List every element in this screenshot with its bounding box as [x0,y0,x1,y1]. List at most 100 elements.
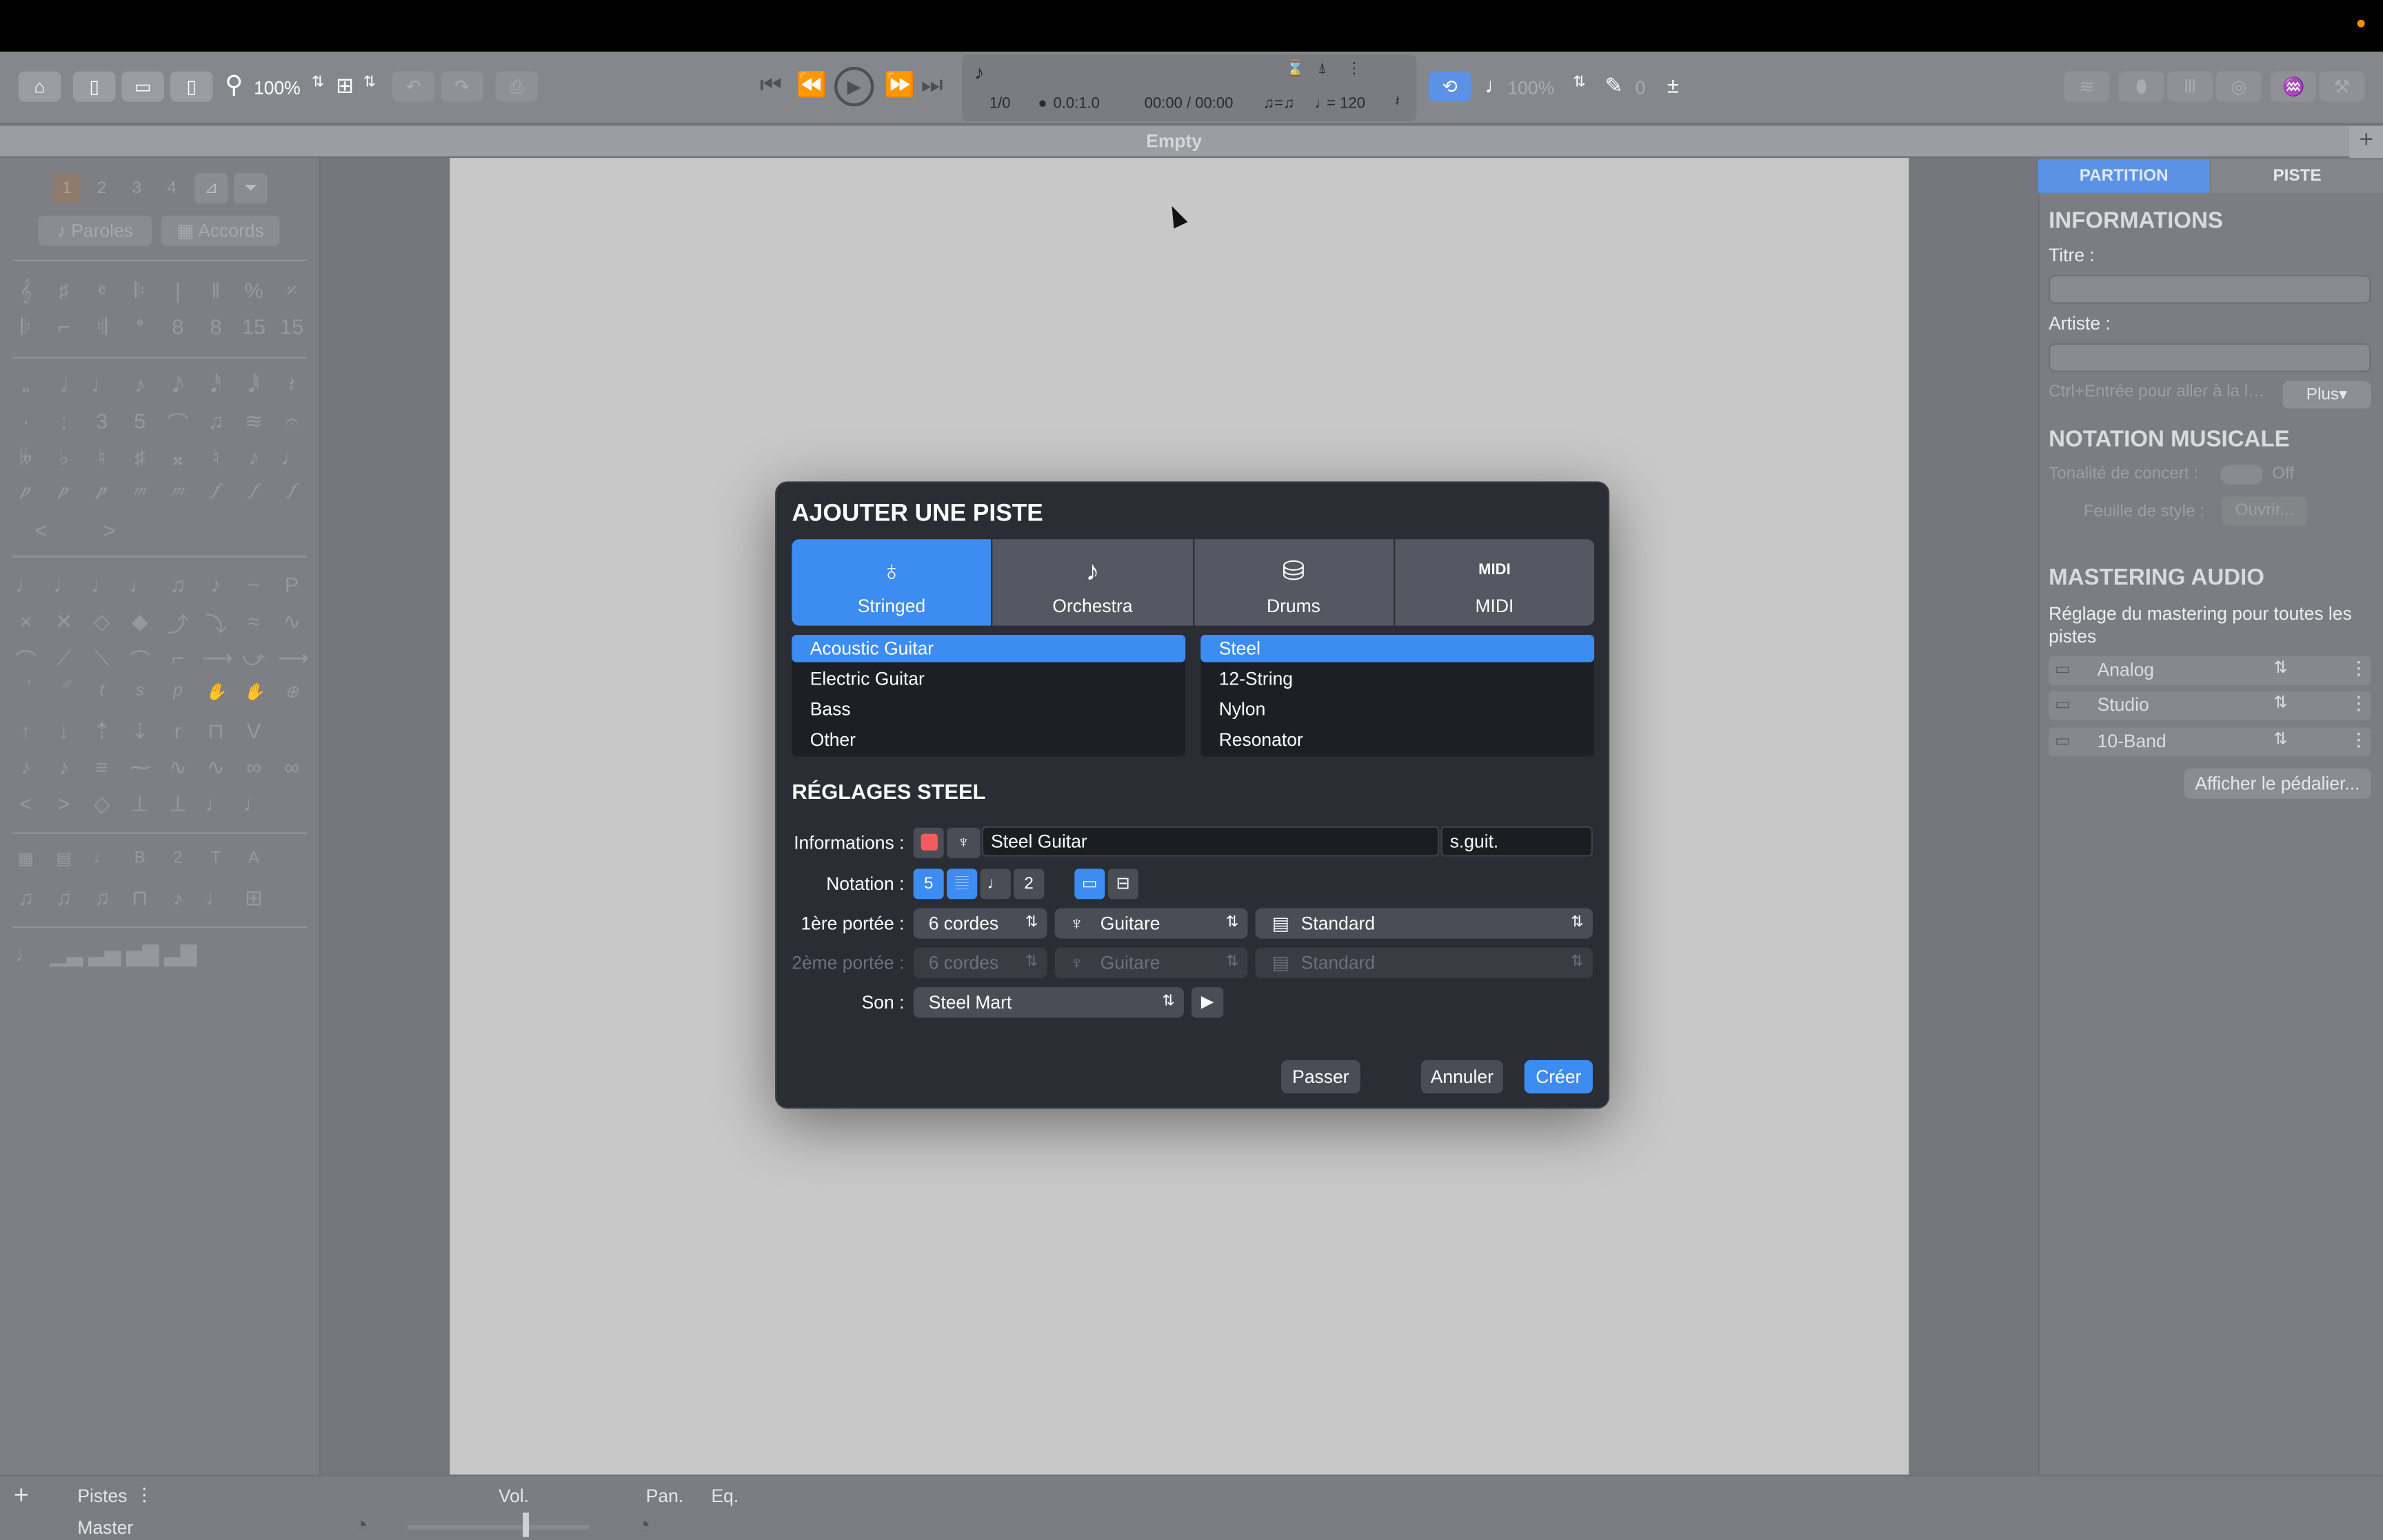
add-document-button[interactable]: + [2349,125,2383,159]
grand-staff-button[interactable]: ⊟ [1107,869,1138,900]
repeat-icon[interactable]: 𝄆 [126,278,154,303]
artist-input[interactable] [2049,343,2371,372]
mastering-studio[interactable]: ▭ Studio ⇅ ⋮ [2049,691,2371,720]
voice-4[interactable]: 4 [158,173,185,203]
left-panel-toggle[interactable]: ▯ [72,71,116,102]
harmonic-icon[interactable]: ◇ [88,609,116,639]
notation-rhythm-button[interactable]: ♩ [980,869,1011,900]
end-repeat-icon[interactable]: 𝄇 [88,314,116,340]
master-volume-slider[interactable] [407,1525,590,1530]
audio-track-button[interactable]: ♒ [2270,71,2317,102]
crescendo-icon[interactable]: < [12,518,70,542]
slap-icon[interactable]: s [126,682,154,702]
speed-stepper-icon[interactable]: ⇅ [1573,74,1585,91]
brush-down-icon[interactable]: ↓ [50,718,78,744]
layout-stepper-icon[interactable]: ⇅ [363,74,376,91]
flip-stem-icon[interactable]: ♩ [202,885,230,911]
skip-button[interactable]: Passer [1281,1060,1360,1094]
tremolo-bar-icon[interactable]: ⁓ [126,755,154,780]
concert-key-toggle[interactable] [2220,465,2263,485]
pick-alt-icon[interactable]: ♩ [240,791,268,817]
instrument-other[interactable]: Other [792,726,1185,753]
mf-icon[interactable]: 𝆐 [164,481,192,501]
tab-piste[interactable]: PISTE [2211,159,2383,193]
free-time-icon[interactable]: ♫ [12,885,40,911]
double-dotted-icon[interactable]: : [50,409,78,439]
volume-automation-icon[interactable]: ▅▇ [126,942,159,967]
artificial-harmonic-icon[interactable]: ◆ [126,609,154,639]
tuplet-5-icon[interactable]: 5 [126,409,154,439]
preview-sound-button[interactable]: ▶ [1192,987,1224,1018]
simile-icon[interactable]: % [240,278,268,303]
single-staff-button[interactable]: ▭ [1074,869,1105,900]
audio-mixer-button[interactable]: ≋ [2064,71,2110,102]
coda-icon[interactable]: 𝄌 [126,314,154,340]
dead-note-icon[interactable]: × [12,609,40,639]
loop-button[interactable]: ⟲ [1428,71,1471,102]
instrument-electric-guitar[interactable]: Electric Guitar [792,665,1185,693]
pop-icon[interactable]: p [164,682,192,702]
chevron-updown-icon[interactable]: ⇅ [2273,693,2287,712]
drum-view-button[interactable]: ◎ [2215,71,2262,102]
slide-out-icon[interactable]: ⟍ [88,645,116,676]
more-vertical-icon[interactable]: ⋮ [2350,729,2368,751]
chords-button[interactable]: ▦ Accords [161,215,280,246]
decrescendo-small-icon[interactable]: > [50,791,78,817]
instrument-bass[interactable]: Bass [792,696,1185,723]
pp-icon[interactable]: 𝆏 [50,481,78,501]
chevron-updown-icon[interactable]: ⇅ [2273,729,2287,749]
staff2-instrument-select[interactable]: ♆ Guitare ⇅ [1054,947,1248,978]
double-sharp-icon[interactable]: 𝄪 [164,445,192,471]
pickstroke-up-icon[interactable]: ⊓ [202,718,230,744]
skip-start-icon[interactable]: ⏮ [760,72,782,102]
zoom-level[interactable]: 100% [254,77,301,99]
sixty-fourth-note-icon[interactable]: 𝅘𝅥𝅱 [240,372,268,398]
fast-forward-icon[interactable]: ⏩ [885,72,915,102]
grace-note-after-icon[interactable]: ♩ [278,445,305,471]
play-button[interactable]: ▶ [834,66,874,107]
palm-mute-icon[interactable]: P [278,573,305,597]
more-vertical-icon[interactable]: ⋮ [2350,693,2368,714]
voice-3[interactable]: 3 [123,173,151,203]
text-icon[interactable]: T [202,849,230,869]
trill-icon[interactable]: ∿ [278,609,305,639]
inverted-turn-icon[interactable]: ∞ [278,755,305,780]
track-short-name-input[interactable]: s.guit. [1440,826,1593,857]
track-name-input[interactable]: Steel Guitar [981,826,1440,857]
track-color-button[interactable] [913,827,944,858]
staccato-icon[interactable]: ♩ [126,573,154,597]
master-knob-icon[interactable]: ◔ [354,1512,368,1538]
dotted-icon[interactable]: · [12,409,40,439]
start-repeat-icon[interactable]: 𝄆 [12,314,40,340]
category-drums[interactable]: ⛁ Drums [1194,539,1394,626]
right-hand-icon[interactable]: 𝄓 [50,682,78,702]
undo-button[interactable]: ↶ [392,71,435,102]
hand-icon[interactable]: ✋ [202,682,230,701]
playback-speed[interactable]: 100% [1507,77,1554,99]
ottava-bassa-icon[interactable]: 8 [202,314,230,340]
notation-slash-button[interactable]: 2 [1014,869,1045,900]
diamond-icon[interactable]: ◇ [88,791,116,817]
grace-icon[interactable]: ♪ [12,755,40,780]
double-simile-icon[interactable]: 𝄎 [278,278,305,303]
variant-nylon[interactable]: Nylon [1200,696,1594,723]
chord-diagram-icon[interactable]: ▤ [50,849,78,869]
rewind-icon[interactable]: ⏪ [796,72,827,102]
sixteenth-note-icon[interactable]: 𝅘𝅥𝅯 [164,372,192,398]
palette-filter-button[interactable]: ⏷ [234,173,268,204]
fingering-alt-icon[interactable]: ⊥ [164,791,192,817]
accent-icon[interactable]: ♩ [50,573,78,597]
rasgueado-icon[interactable]: r [164,718,192,744]
staff2-strings-select[interactable]: 6 cordes ⇅ [913,947,1047,978]
voice-settings-button[interactable]: ⊿ [194,173,228,204]
master-pan-icon[interactable]: ▃▅ [88,942,121,967]
box-text-icon[interactable]: A [240,849,268,869]
decrescendo-icon[interactable]: > [81,518,139,542]
rake-icon[interactable]: ⟶ [278,645,308,676]
p-icon[interactable]: 𝆏 [88,481,116,501]
more-button[interactable]: Plus▾ [2282,381,2371,409]
bv-icon[interactable]: B [126,849,154,869]
vibrato-icon[interactable]: ~ [240,573,268,597]
note-text-icon[interactable]: ♩ [88,849,116,869]
legato-slide-icon[interactable]: ⤻ [240,645,268,676]
